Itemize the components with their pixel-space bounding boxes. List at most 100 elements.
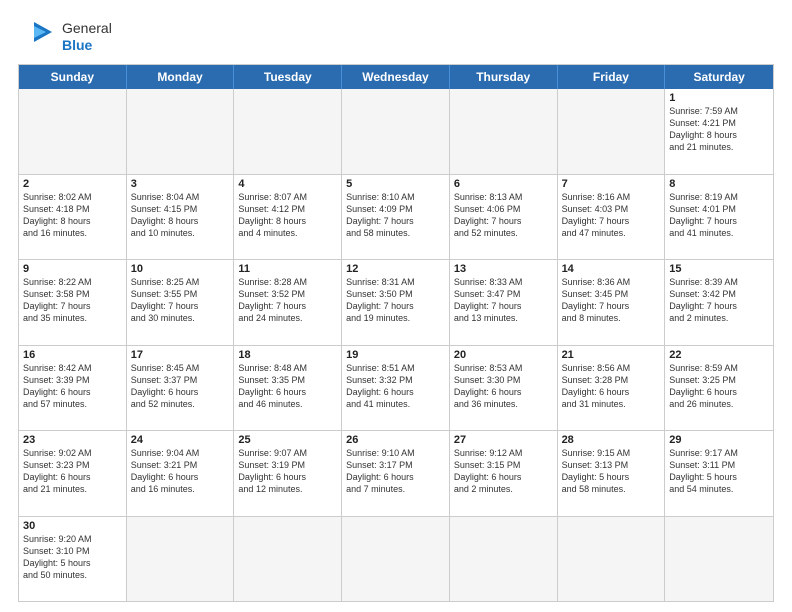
day-cell-26: 26Sunrise: 9:10 AM Sunset: 3:17 PM Dayli… [342, 431, 450, 516]
logo-blue: Blue [62, 37, 112, 54]
calendar-row-1: 2Sunrise: 8:02 AM Sunset: 4:18 PM Daylig… [19, 175, 773, 261]
empty-cell [127, 89, 235, 174]
day-number: 6 [454, 178, 553, 190]
day-info: Sunrise: 8:36 AM Sunset: 3:45 PM Dayligh… [562, 276, 661, 325]
empty-cell [234, 89, 342, 174]
calendar-row-3: 16Sunrise: 8:42 AM Sunset: 3:39 PM Dayli… [19, 346, 773, 432]
day-number: 18 [238, 349, 337, 361]
day-info: Sunrise: 9:20 AM Sunset: 3:10 PM Dayligh… [23, 533, 122, 582]
empty-cell [234, 517, 342, 602]
day-info: Sunrise: 8:13 AM Sunset: 4:06 PM Dayligh… [454, 191, 553, 240]
day-cell-5: 5Sunrise: 8:10 AM Sunset: 4:09 PM Daylig… [342, 175, 450, 260]
day-number: 29 [669, 434, 769, 446]
weekday-header-thursday: Thursday [450, 65, 558, 89]
day-info: Sunrise: 9:02 AM Sunset: 3:23 PM Dayligh… [23, 447, 122, 496]
day-cell-2: 2Sunrise: 8:02 AM Sunset: 4:18 PM Daylig… [19, 175, 127, 260]
day-info: Sunrise: 9:15 AM Sunset: 3:13 PM Dayligh… [562, 447, 661, 496]
day-cell-23: 23Sunrise: 9:02 AM Sunset: 3:23 PM Dayli… [19, 431, 127, 516]
day-cell-16: 16Sunrise: 8:42 AM Sunset: 3:39 PM Dayli… [19, 346, 127, 431]
day-cell-28: 28Sunrise: 9:15 AM Sunset: 3:13 PM Dayli… [558, 431, 666, 516]
day-cell-7: 7Sunrise: 8:16 AM Sunset: 4:03 PM Daylig… [558, 175, 666, 260]
weekday-header-friday: Friday [558, 65, 666, 89]
empty-cell [558, 89, 666, 174]
empty-cell [342, 89, 450, 174]
empty-cell [127, 517, 235, 602]
weekday-header-tuesday: Tuesday [234, 65, 342, 89]
day-cell-1: 1Sunrise: 7:59 AM Sunset: 4:21 PM Daylig… [665, 89, 773, 174]
day-number: 7 [562, 178, 661, 190]
calendar-header: SundayMondayTuesdayWednesdayThursdayFrid… [19, 65, 773, 89]
day-cell-27: 27Sunrise: 9:12 AM Sunset: 3:15 PM Dayli… [450, 431, 558, 516]
calendar-row-0: 1Sunrise: 7:59 AM Sunset: 4:21 PM Daylig… [19, 89, 773, 175]
day-number: 17 [131, 349, 230, 361]
day-number: 23 [23, 434, 122, 446]
empty-cell [450, 517, 558, 602]
calendar: SundayMondayTuesdayWednesdayThursdayFrid… [18, 64, 774, 602]
day-number: 28 [562, 434, 661, 446]
logo-text-block: GeneralBlue [62, 20, 112, 54]
day-number: 1 [669, 92, 769, 104]
day-info: Sunrise: 9:17 AM Sunset: 3:11 PM Dayligh… [669, 447, 769, 496]
day-info: Sunrise: 8:07 AM Sunset: 4:12 PM Dayligh… [238, 191, 337, 240]
weekday-header-wednesday: Wednesday [342, 65, 450, 89]
day-info: Sunrise: 8:42 AM Sunset: 3:39 PM Dayligh… [23, 362, 122, 411]
day-number: 16 [23, 349, 122, 361]
day-number: 30 [23, 520, 122, 532]
day-info: Sunrise: 8:39 AM Sunset: 3:42 PM Dayligh… [669, 276, 769, 325]
day-cell-9: 9Sunrise: 8:22 AM Sunset: 3:58 PM Daylig… [19, 260, 127, 345]
day-info: Sunrise: 8:02 AM Sunset: 4:18 PM Dayligh… [23, 191, 122, 240]
weekday-header-sunday: Sunday [19, 65, 127, 89]
day-number: 22 [669, 349, 769, 361]
day-info: Sunrise: 8:51 AM Sunset: 3:32 PM Dayligh… [346, 362, 445, 411]
day-info: Sunrise: 9:07 AM Sunset: 3:19 PM Dayligh… [238, 447, 337, 496]
calendar-row-5: 30Sunrise: 9:20 AM Sunset: 3:10 PM Dayli… [19, 517, 773, 602]
day-number: 27 [454, 434, 553, 446]
day-number: 11 [238, 263, 337, 275]
day-info: Sunrise: 8:10 AM Sunset: 4:09 PM Dayligh… [346, 191, 445, 240]
day-number: 19 [346, 349, 445, 361]
empty-cell [558, 517, 666, 602]
day-info: Sunrise: 8:16 AM Sunset: 4:03 PM Dayligh… [562, 191, 661, 240]
day-info: Sunrise: 8:45 AM Sunset: 3:37 PM Dayligh… [131, 362, 230, 411]
day-cell-13: 13Sunrise: 8:33 AM Sunset: 3:47 PM Dayli… [450, 260, 558, 345]
day-info: Sunrise: 8:25 AM Sunset: 3:55 PM Dayligh… [131, 276, 230, 325]
logo-general: General [62, 20, 112, 37]
day-number: 5 [346, 178, 445, 190]
day-cell-18: 18Sunrise: 8:48 AM Sunset: 3:35 PM Dayli… [234, 346, 342, 431]
logo: GeneralBlue [18, 18, 112, 56]
calendar-row-4: 23Sunrise: 9:02 AM Sunset: 3:23 PM Dayli… [19, 431, 773, 517]
day-cell-19: 19Sunrise: 8:51 AM Sunset: 3:32 PM Dayli… [342, 346, 450, 431]
day-cell-20: 20Sunrise: 8:53 AM Sunset: 3:30 PM Dayli… [450, 346, 558, 431]
day-number: 9 [23, 263, 122, 275]
day-cell-30: 30Sunrise: 9:20 AM Sunset: 3:10 PM Dayli… [19, 517, 127, 602]
day-number: 8 [669, 178, 769, 190]
day-cell-29: 29Sunrise: 9:17 AM Sunset: 3:11 PM Dayli… [665, 431, 773, 516]
day-number: 20 [454, 349, 553, 361]
day-cell-12: 12Sunrise: 8:31 AM Sunset: 3:50 PM Dayli… [342, 260, 450, 345]
day-cell-22: 22Sunrise: 8:59 AM Sunset: 3:25 PM Dayli… [665, 346, 773, 431]
day-number: 14 [562, 263, 661, 275]
empty-cell [450, 89, 558, 174]
day-cell-4: 4Sunrise: 8:07 AM Sunset: 4:12 PM Daylig… [234, 175, 342, 260]
empty-cell [665, 517, 773, 602]
day-cell-25: 25Sunrise: 9:07 AM Sunset: 3:19 PM Dayli… [234, 431, 342, 516]
day-number: 24 [131, 434, 230, 446]
day-cell-24: 24Sunrise: 9:04 AM Sunset: 3:21 PM Dayli… [127, 431, 235, 516]
day-cell-10: 10Sunrise: 8:25 AM Sunset: 3:55 PM Dayli… [127, 260, 235, 345]
day-number: 3 [131, 178, 230, 190]
day-number: 2 [23, 178, 122, 190]
day-cell-3: 3Sunrise: 8:04 AM Sunset: 4:15 PM Daylig… [127, 175, 235, 260]
day-info: Sunrise: 8:04 AM Sunset: 4:15 PM Dayligh… [131, 191, 230, 240]
day-info: Sunrise: 8:59 AM Sunset: 3:25 PM Dayligh… [669, 362, 769, 411]
day-cell-14: 14Sunrise: 8:36 AM Sunset: 3:45 PM Dayli… [558, 260, 666, 345]
day-info: Sunrise: 8:28 AM Sunset: 3:52 PM Dayligh… [238, 276, 337, 325]
day-info: Sunrise: 8:19 AM Sunset: 4:01 PM Dayligh… [669, 191, 769, 240]
day-info: Sunrise: 8:31 AM Sunset: 3:50 PM Dayligh… [346, 276, 445, 325]
day-number: 4 [238, 178, 337, 190]
day-cell-17: 17Sunrise: 8:45 AM Sunset: 3:37 PM Dayli… [127, 346, 235, 431]
empty-cell [342, 517, 450, 602]
day-info: Sunrise: 8:56 AM Sunset: 3:28 PM Dayligh… [562, 362, 661, 411]
logo-svg [18, 18, 56, 56]
day-info: Sunrise: 9:12 AM Sunset: 3:15 PM Dayligh… [454, 447, 553, 496]
weekday-header-saturday: Saturday [665, 65, 773, 89]
